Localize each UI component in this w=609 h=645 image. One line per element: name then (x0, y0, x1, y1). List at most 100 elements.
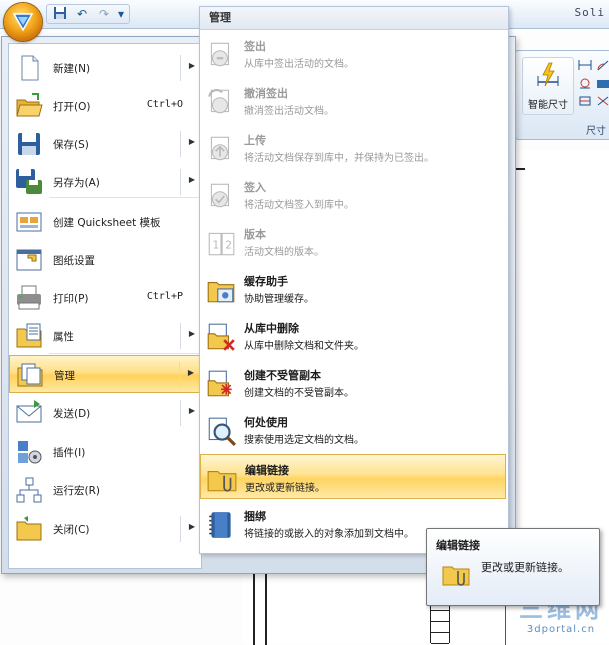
menu-item[interactable]: 打印(P) Ctrl+P (9, 279, 201, 317)
edit-links-icon (442, 566, 470, 586)
menu-item[interactable]: 属性 ▶ (9, 317, 201, 355)
save-icon (18, 133, 40, 155)
ribbon-group-label: 尺寸 (586, 126, 606, 137)
submenu-item[interactable]: 编辑链接 更改或更新链接。 (200, 454, 506, 499)
send-mail-icon (16, 400, 42, 423)
manage-submenu: 管理 签出 从库中签出活动的文档。 撤消签出 撤消签出活动文档。 上传 将活动文档保存到库… (199, 6, 509, 554)
submenu-item-title: 上传 (244, 134, 266, 147)
sheet-setup-icon (16, 249, 42, 271)
menu-item[interactable]: 运行宏(R) (9, 471, 201, 509)
menu-item[interactable]: 打开(O) Ctrl+O (9, 87, 201, 125)
submenu-item-title: 版本 (244, 228, 266, 241)
menu-item-label: 运行宏(R) (53, 485, 100, 497)
menu-item[interactable]: 创建 Quicksheet 模板 (9, 203, 201, 241)
menu-item-label: 打开(O) (53, 101, 91, 113)
submenu-item: 1 2 版本活动文档的版本。 (200, 219, 506, 264)
check-in-icon (210, 183, 229, 208)
menu-item-label: 关闭(C) (53, 524, 90, 536)
menu-item-label: 管理 (54, 370, 75, 382)
save-icon[interactable] (50, 6, 70, 22)
submenu-item: 签入将活动文档签入到库中。 (200, 172, 506, 217)
menu-item-label: 属性 (53, 331, 74, 343)
menu-item-label: 打印(P) (53, 293, 89, 305)
menu-item[interactable]: 图纸设置 (9, 241, 201, 279)
tooltip-description: 更改或更新链接。 (481, 561, 569, 574)
version-icon: 12 (208, 232, 235, 256)
smart-dimension-label: 智能尺寸 (528, 100, 568, 111)
chain-dimension-icon[interactable] (596, 77, 609, 89)
undo-icon[interactable]: ↶ (72, 6, 92, 22)
upload-icon (210, 136, 229, 161)
svg-text:1: 1 (212, 238, 219, 251)
split-divider (180, 516, 181, 542)
qat-dropdown-icon[interactable]: ▾ (116, 6, 126, 22)
tooltip-title: 编辑链接 (436, 539, 480, 552)
submenu-item-description: 协助管理缓存。 (244, 294, 314, 305)
split-divider (180, 400, 181, 426)
submenu-item: 签出 从库中签出活动的文档。 (200, 31, 506, 76)
close-folder-icon (16, 516, 42, 541)
submenu-item-description: 活动文档的版本。 (244, 247, 324, 258)
menu-item-shortcut: Ctrl+O (146, 99, 183, 110)
svg-text:2: 2 (225, 238, 232, 251)
baseline-dimension-icon[interactable] (578, 95, 592, 107)
watermark-url: 3dportal.cn (526, 624, 596, 635)
edit-links-icon (207, 471, 237, 492)
submenu-item-description: 撤消签出活动文档。 (244, 106, 334, 117)
undo-check-out-icon (208, 89, 229, 114)
submenu-item-description: 将活动文档签入到库中。 (244, 200, 354, 211)
smart-dimension-icon (537, 62, 559, 87)
menu-item-label: 保存(S) (53, 139, 89, 151)
submenu-item[interactable]: 缓存助手协助管理缓存。 (200, 266, 506, 311)
submenu-item: 上传将活动文档保存到库中，并保持为已签出。 (200, 125, 506, 170)
submenu-arrow-icon[interactable]: ▶ (189, 329, 195, 338)
cache-assistant-icon (207, 282, 235, 303)
application-menu-button[interactable] (4, 3, 42, 41)
submenu-item-title: 签入 (244, 181, 266, 194)
submenu-arrow-icon[interactable]: ▶ (189, 61, 195, 70)
printer-icon (17, 285, 41, 310)
addin-icon (18, 441, 42, 464)
submenu-item-description: 将链接的或嵌入的对象添加到文档中。 (244, 529, 414, 540)
submenu-arrow-icon[interactable]: ▶ (189, 175, 195, 184)
submenu-arrow-icon[interactable]: ▶ (189, 137, 195, 146)
open-folder-icon (16, 93, 43, 117)
menu-item-label: 另存为(A) (53, 177, 100, 189)
split-divider (180, 323, 181, 349)
menu-item[interactable]: 插件(I) (9, 433, 201, 471)
submenu-item[interactable]: 何处使用 搜索使用选定文档的文档。 (200, 407, 506, 452)
bundle-icon (209, 512, 231, 538)
redo-icon[interactable]: ↷ (94, 6, 114, 22)
menu-item[interactable]: 关闭(C) ▶ (9, 510, 201, 548)
quicksheet-icon (16, 212, 42, 232)
submenu-arrow-icon[interactable]: ▶ (189, 522, 195, 531)
menu-item-shortcut: Ctrl+P (146, 291, 183, 302)
horizontal-dimension-icon[interactable] (578, 59, 592, 71)
menu-item[interactable]: 另存为(A) ▶ (9, 163, 201, 201)
menu-item[interactable]: 新建(N) ▶ (9, 49, 201, 87)
submenu-item-title: 撤消签出 (244, 87, 288, 100)
properties-icon (16, 323, 42, 348)
submenu-item-description: 从库中签出活动的文档。 (244, 59, 354, 70)
ordinate-dimension-icon[interactable] (596, 95, 609, 107)
submenu-item[interactable]: 从库中删除 从库中删除文档和文件夹。 (200, 313, 506, 358)
submenu-item-title: 从库中删除 (244, 322, 299, 335)
submenu-item-title: 编辑链接 (245, 464, 289, 477)
smart-dimension-button[interactable]: 智能尺寸 (522, 57, 574, 115)
submenu-item-title: 缓存助手 (244, 275, 288, 288)
submenu-item[interactable]: 创建不受管副本 创建文档的不受管副本。 (200, 360, 506, 405)
menu-item[interactable]: 保存(S) ▶ (9, 125, 201, 163)
submenu-item-title: 创建不受管副本 (244, 369, 321, 382)
menu-item[interactable]: 发送(D) ▶ (9, 394, 201, 432)
menu-item-label: 插件(I) (53, 447, 86, 459)
submenu-arrow-icon[interactable]: ▶ (189, 406, 195, 415)
edit-links-tooltip: 编辑链接 更改或更新链接。 (426, 528, 600, 606)
submenu-item-description: 将活动文档保存到库中，并保持为已签出。 (244, 153, 434, 164)
split-divider (180, 55, 181, 81)
delete-from-library-icon (207, 323, 235, 351)
split-divider (180, 169, 181, 195)
vertical-dimension-icon[interactable] (578, 77, 592, 89)
submenu-arrow-icon[interactable]: ▶ (188, 368, 194, 377)
menu-item[interactable]: 管理 ▶ (9, 355, 201, 393)
angular-dimension-icon[interactable] (596, 59, 609, 71)
